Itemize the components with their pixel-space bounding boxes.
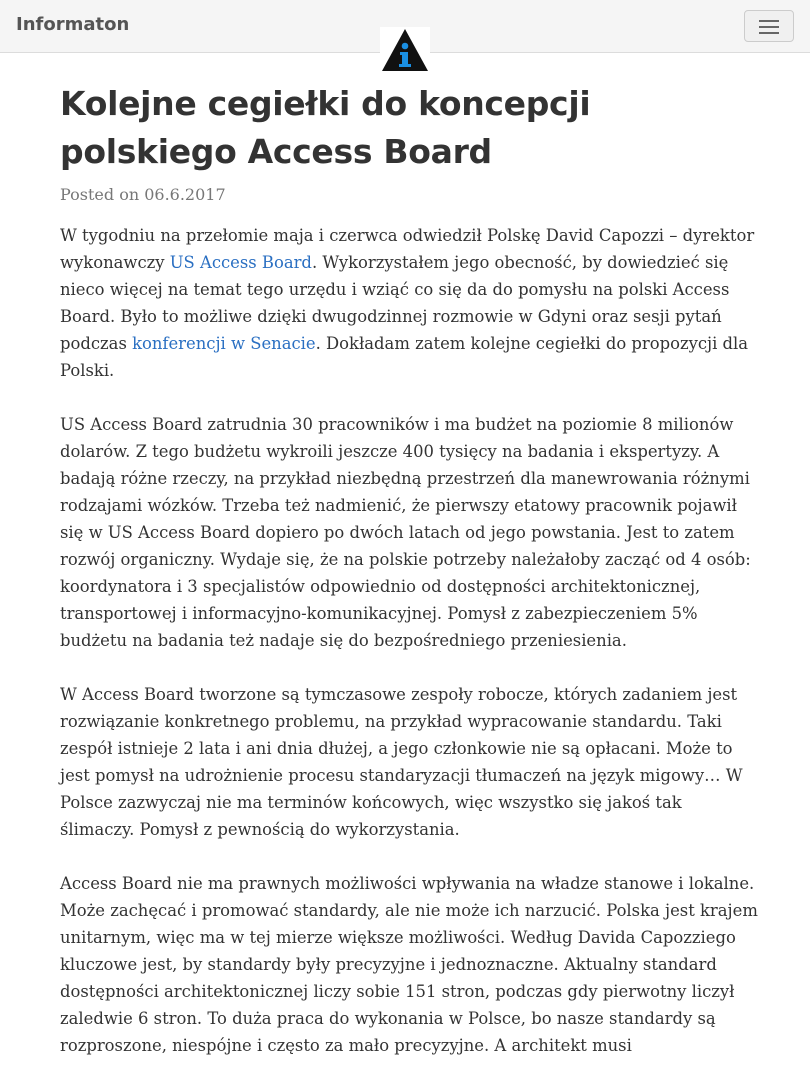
senate-conference-link[interactable]: konferencji w Senacie bbox=[132, 334, 316, 353]
info-triangle-logo[interactable] bbox=[380, 27, 430, 73]
paragraph-3: W Access Board tworzone są tymczasowe ze… bbox=[60, 685, 743, 839]
post-date: 06.6.2017 bbox=[144, 185, 226, 204]
post-meta: Posted on 06.6.2017 bbox=[60, 184, 760, 206]
menu-toggle-button[interactable] bbox=[744, 10, 794, 42]
paragraph-1: W tygodniu na przełomie maja i czerwca o… bbox=[60, 222, 760, 384]
article-title: Kolejne cegiełki do koncepcji polskiego … bbox=[60, 84, 591, 171]
hamburger-icon bbox=[759, 20, 779, 22]
posted-label: Posted on bbox=[60, 185, 140, 204]
article-header: Kolejne cegiełki do koncepcji polskiego … bbox=[60, 80, 760, 206]
article-body: W tygodniu na przełomie maja i czerwca o… bbox=[60, 222, 760, 1086]
paragraph-4: Access Board nie ma prawnych możliwości … bbox=[60, 874, 758, 1055]
hamburger-icon-line bbox=[759, 32, 779, 34]
hamburger-icon-line bbox=[759, 26, 779, 28]
brand-link[interactable]: Informaton bbox=[16, 14, 129, 35]
us-access-board-link[interactable]: US Access Board bbox=[170, 253, 312, 272]
paragraph-2: US Access Board zatrudnia 30 pracowników… bbox=[60, 415, 751, 650]
